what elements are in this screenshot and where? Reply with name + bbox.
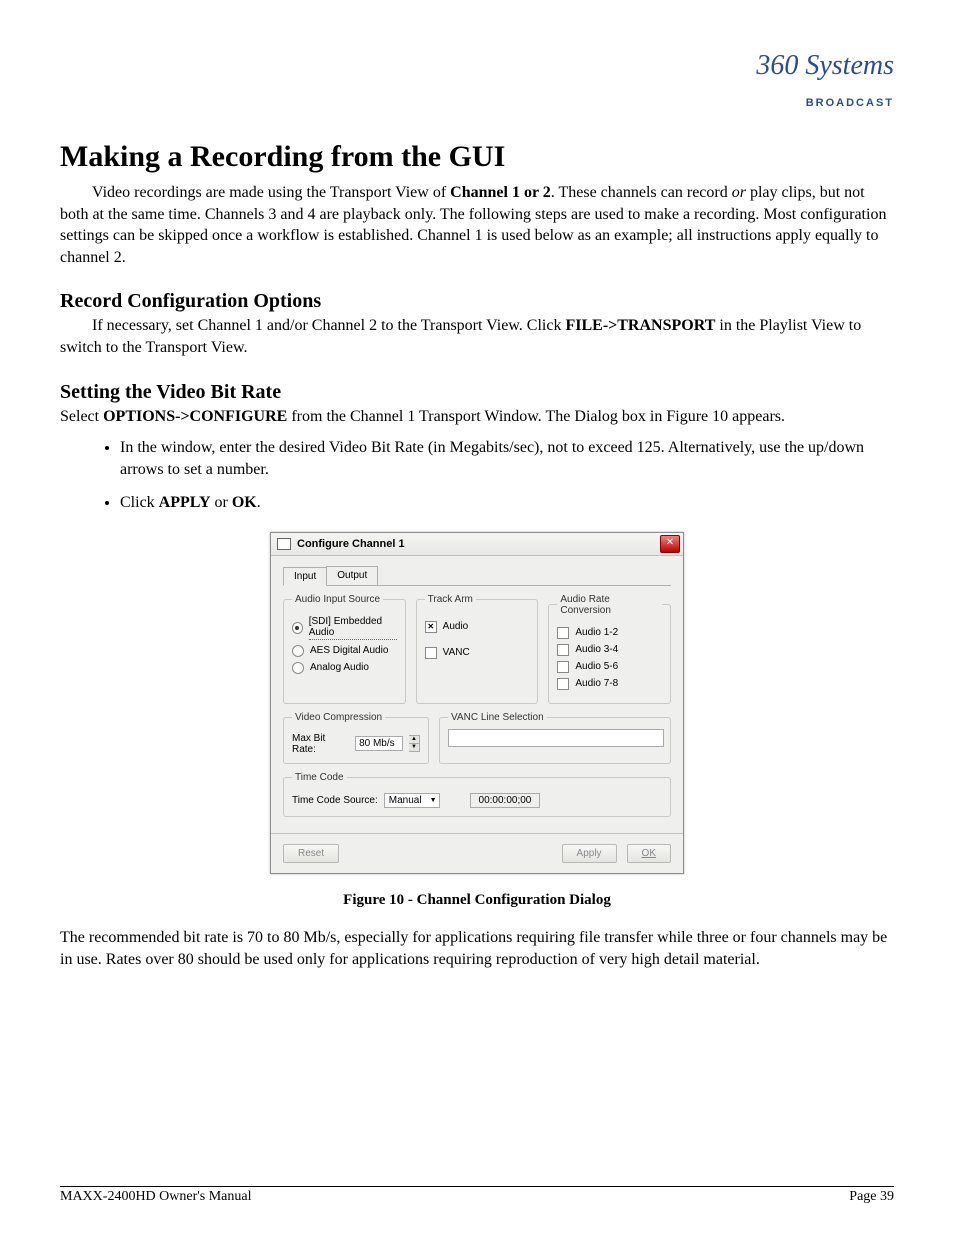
legend: Time Code: [292, 772, 347, 783]
apply-button[interactable]: Apply: [562, 844, 617, 863]
text: . These channels can record: [551, 184, 732, 201]
legend: VANC Line Selection: [448, 712, 547, 723]
text-bold: FILE->TRANSPORT: [565, 317, 715, 334]
legend: Track Arm: [425, 594, 476, 605]
radio-analog[interactable]: Analog Audio: [292, 662, 397, 674]
text-bold: APPLY: [159, 494, 211, 511]
paragraph: The recommended bit rate is 70 to 80 Mb/…: [60, 927, 894, 970]
text-em: or: [732, 184, 746, 201]
audio-rate-conversion-group: Audio Rate Conversion Audio 1-2 Audio 3-…: [548, 594, 671, 704]
radio-icon: [292, 662, 304, 674]
video-compression-group: Video Compression Max Bit Rate: 80 Mb/s …: [283, 712, 429, 764]
window-icon: [277, 538, 291, 550]
radio-label: AES Digital Audio: [310, 645, 388, 656]
text: Click: [120, 494, 159, 511]
legend: Video Compression: [292, 712, 385, 723]
check-audio[interactable]: Audio: [425, 621, 530, 633]
time-code-source-combo[interactable]: Manual ▼: [384, 793, 440, 808]
figure-caption: Figure 10 - Channel Configuration Dialog: [60, 892, 894, 909]
check-label: Audio 3-4: [575, 644, 618, 655]
radio-sdi-embedded[interactable]: [SDI] Embedded Audio: [292, 616, 397, 640]
paragraph: Select OPTIONS->CONFIGURE from the Chann…: [60, 406, 894, 428]
radio-icon: [292, 645, 304, 657]
logo: 360 Systems BROADCAST: [60, 50, 894, 110]
close-icon[interactable]: ✕: [660, 535, 680, 553]
checkbox-icon: [557, 661, 569, 673]
paragraph: If necessary, set Channel 1 and/or Chann…: [60, 315, 894, 358]
dialog-title: Configure Channel 1: [297, 538, 405, 550]
bit-rate-spinner[interactable]: ▲ ▼: [409, 735, 420, 752]
check-label: Audio: [443, 621, 469, 632]
top-row: Audio Input Source [SDI] Embedded Audio …: [283, 594, 671, 712]
configure-channel-dialog: Configure Channel 1 ✕ Input Output Audio…: [270, 532, 684, 874]
text: from the Channel 1 Transport Window. The…: [287, 408, 785, 425]
tab-input[interactable]: Input: [283, 567, 327, 586]
checkbox-icon: [425, 621, 437, 633]
list-item: In the window, enter the desired Video B…: [120, 437, 894, 480]
titlebar: Configure Channel 1 ✕: [271, 533, 683, 556]
vanc-line-input[interactable]: [448, 729, 664, 747]
ok-button[interactable]: OK: [627, 844, 671, 863]
mid-row: Video Compression Max Bit Rate: 80 Mb/s …: [283, 712, 671, 772]
field-label: Time Code Source:: [292, 795, 378, 806]
footer-right: Page 39: [849, 1189, 894, 1205]
check-audio-1-2[interactable]: Audio 1-2: [557, 627, 662, 639]
vanc-line-selection-group: VANC Line Selection: [439, 712, 671, 764]
checkbox-icon: [557, 644, 569, 656]
text-bold: OPTIONS->CONFIGURE: [103, 408, 287, 425]
check-label: Audio 5-6: [575, 661, 618, 672]
text: Video recordings are made using the Tran…: [92, 184, 450, 201]
chevron-down-icon: ▼: [409, 744, 419, 751]
dialog-footer: Reset Apply OK: [271, 833, 683, 873]
check-label: Audio 1-2: [575, 627, 618, 638]
check-audio-3-4[interactable]: Audio 3-4: [557, 644, 662, 656]
text: Select: [60, 408, 103, 425]
radio-icon: [292, 622, 303, 634]
page-footer: MAXX-2400HD Owner's Manual Page 39: [60, 1186, 894, 1205]
page: 360 Systems BROADCAST Making a Recording…: [0, 0, 954, 1235]
check-label: Audio 7-8: [575, 678, 618, 689]
checkbox-icon: [557, 678, 569, 690]
intro-paragraph: Video recordings are made using the Tran…: [60, 182, 894, 268]
time-code-group: Time Code Time Code Source: Manual ▼ 00:…: [283, 772, 671, 817]
dialog-screenshot: Configure Channel 1 ✕ Input Output Audio…: [60, 532, 894, 874]
logo-sub: BROADCAST: [806, 97, 894, 109]
text: If necessary, set Channel 1 and/or Chann…: [92, 317, 565, 334]
dialog-body: Input Output Audio Input Source [SDI] Em…: [271, 556, 683, 833]
section-heading: Setting the Video Bit Rate: [60, 381, 894, 404]
radio-label: Analog Audio: [310, 662, 369, 673]
chevron-down-icon: ▼: [430, 797, 437, 804]
text-bold: OK: [232, 494, 257, 511]
tab-output[interactable]: Output: [326, 566, 378, 585]
checkbox-icon: [557, 627, 569, 639]
check-vanc[interactable]: VANC: [425, 647, 530, 659]
check-label: VANC: [443, 647, 470, 658]
audio-input-source-group: Audio Input Source [SDI] Embedded Audio …: [283, 594, 406, 704]
legend: Audio Input Source: [292, 594, 383, 605]
bullet-list: In the window, enter the desired Video B…: [120, 437, 894, 514]
radio-label: [SDI] Embedded Audio: [309, 616, 397, 640]
max-bit-rate-input[interactable]: 80 Mb/s: [355, 736, 403, 751]
radio-aes-digital[interactable]: AES Digital Audio: [292, 645, 397, 657]
text-bold: Channel 1 or 2: [450, 184, 551, 201]
check-audio-5-6[interactable]: Audio 5-6: [557, 661, 662, 673]
legend: Audio Rate Conversion: [557, 594, 662, 616]
logo-script: 360 Systems: [756, 50, 894, 81]
reset-button[interactable]: Reset: [283, 844, 339, 863]
text: or: [211, 494, 232, 511]
check-audio-7-8[interactable]: Audio 7-8: [557, 678, 662, 690]
ok-label: OK: [642, 848, 656, 859]
footer-left: MAXX-2400HD Owner's Manual: [60, 1189, 252, 1205]
time-code-value: 00:00:00;00: [470, 793, 541, 808]
chevron-up-icon: ▲: [409, 736, 419, 744]
list-item: Click APPLY or OK.: [120, 492, 894, 514]
combo-value: Manual: [389, 795, 422, 806]
field-label: Max Bit Rate:: [292, 733, 349, 755]
checkbox-icon: [425, 647, 437, 659]
page-title: Making a Recording from the GUI: [60, 140, 894, 174]
track-arm-group: Track Arm Audio VANC: [416, 594, 539, 704]
tabs: Input Output: [283, 566, 671, 586]
text: .: [257, 494, 261, 511]
section-heading: Record Configuration Options: [60, 290, 894, 313]
